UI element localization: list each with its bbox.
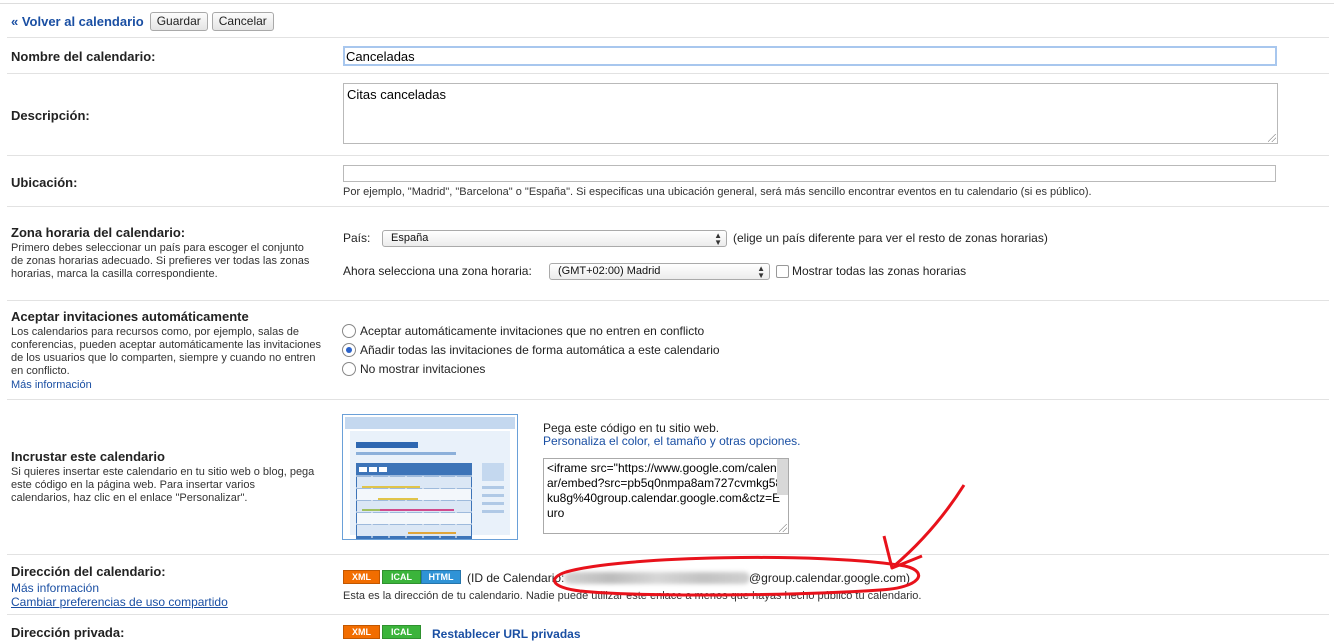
embed-customize-link[interactable]: Personaliza el color, el tamaño y otras … xyxy=(543,434,800,448)
invitations-description: Los calendarios para recursos como, por … xyxy=(11,326,322,377)
ical-feed-button[interactable]: ICAL xyxy=(382,570,421,584)
calendar-address-label: Dirección del calendario: xyxy=(11,564,166,579)
country-label: País: xyxy=(343,231,371,245)
html-feed-button[interactable]: HTML xyxy=(421,570,461,584)
embed-code-scrollbar[interactable] xyxy=(777,459,788,495)
country-select-value: España xyxy=(391,232,429,244)
cancel-button[interactable]: Cancelar xyxy=(211,11,274,31)
save-button[interactable]: Guardar xyxy=(149,11,208,31)
embed-description: Si quieres insertar este calendario en t… xyxy=(11,466,315,504)
calendar-address-note: Esta es la dirección de tu calendario. N… xyxy=(343,590,922,602)
timezone-description: Primero debes seleccionar un país para e… xyxy=(11,242,310,280)
resize-grip-icon[interactable] xyxy=(1268,134,1276,142)
sharing-settings-link[interactable]: Cambiar preferencias de uso compartido xyxy=(11,596,228,609)
option-accept-no-conflict[interactable]: Aceptar automáticamente invitaciones que… xyxy=(360,324,704,338)
embed-code-textarea[interactable]: <iframe src="https://www.google.com/cale… xyxy=(543,458,789,534)
description-label: Descripción: xyxy=(11,108,90,123)
invitations-label: Aceptar invitaciones automáticamente xyxy=(11,309,249,324)
radio-accept-no-conflict[interactable] xyxy=(342,324,356,338)
calendar-address-row: Dirección del calendario: Más informació… xyxy=(7,554,1329,615)
embed-code-text: <iframe src="https://www.google.com/cale… xyxy=(547,461,784,520)
location-hint: Por ejemplo, "Madrid", "Barcelona" o "Es… xyxy=(343,186,1092,198)
country-hint: (elige un país diferente para ver el res… xyxy=(733,231,1048,245)
select-arrows-icon: ▲ ▼ xyxy=(757,264,765,280)
calendar-id-suffix: @group.calendar.google.com) xyxy=(749,571,910,585)
show-all-zones-checkbox[interactable] xyxy=(776,265,789,278)
embed-row: Incrustar este calendario Si quieres ins… xyxy=(7,399,1329,555)
back-to-calendar-link[interactable]: « Volver al calendario xyxy=(11,14,144,29)
calendar-preview-icon xyxy=(342,414,518,540)
option-add-all[interactable]: Añadir todas las invitaciones de forma a… xyxy=(360,343,720,357)
calendar-name-row: Nombre del calendario: xyxy=(7,37,1329,74)
calendar-name-input[interactable] xyxy=(343,46,1277,66)
reset-private-urls-link[interactable]: Restablecer URL privadas xyxy=(432,627,581,641)
radio-no-show[interactable] xyxy=(342,362,356,376)
address-more-info-link[interactable]: Más información xyxy=(11,582,99,595)
zone-select[interactable]: (GMT+02:00) Madrid ▲ ▼ xyxy=(549,263,770,280)
blurred-calendar-id xyxy=(564,572,750,584)
calendar-name-label: Nombre del calendario: xyxy=(11,49,156,64)
resize-grip-icon[interactable] xyxy=(779,524,787,532)
toolbar: « Volver al calendario Guardar Cancelar xyxy=(11,11,274,31)
location-row: Ubicación: Por ejemplo, "Madrid", "Barce… xyxy=(7,155,1329,207)
description-text: Citas canceladas xyxy=(347,87,446,102)
private-xml-button[interactable]: XML xyxy=(343,625,380,639)
private-address-row: Dirección privada: XML ICAL Restablecer … xyxy=(7,614,1329,643)
zone-label: Ahora selecciona una zona horaria: xyxy=(343,264,532,278)
timezone-row: Zona horaria del calendario: Primero deb… xyxy=(7,206,1329,301)
xml-feed-button[interactable]: XML xyxy=(343,570,380,584)
timezone-label: Zona horaria del calendario: xyxy=(11,225,186,240)
location-label: Ubicación: xyxy=(11,175,78,190)
location-input[interactable] xyxy=(343,165,1276,182)
select-arrows-icon: ▲ ▼ xyxy=(714,231,722,247)
description-row: Descripción: Citas canceladas xyxy=(7,73,1329,156)
country-select[interactable]: España ▲ ▼ xyxy=(382,230,727,247)
show-all-zones-label[interactable]: Mostrar todas las zonas horarias xyxy=(792,264,966,278)
radio-add-all[interactable] xyxy=(342,343,356,357)
embed-paste-text: Pega este código en tu sitio web. xyxy=(543,421,720,435)
embed-label: Incrustar este calendario xyxy=(11,449,165,464)
description-textarea[interactable]: Citas canceladas xyxy=(343,83,1278,144)
top-divider xyxy=(0,3,1334,4)
option-no-show[interactable]: No mostrar invitaciones xyxy=(360,362,485,376)
invitations-more-info-link[interactable]: Más información xyxy=(11,379,92,392)
calendar-id-prefix: (ID de Calendario: xyxy=(467,571,565,585)
zone-select-value: (GMT+02:00) Madrid xyxy=(558,265,661,277)
invitations-row: Aceptar invitaciones automáticamente Los… xyxy=(7,300,1329,400)
private-address-label: Dirección privada: xyxy=(11,625,125,640)
private-ical-button[interactable]: ICAL xyxy=(382,625,421,639)
